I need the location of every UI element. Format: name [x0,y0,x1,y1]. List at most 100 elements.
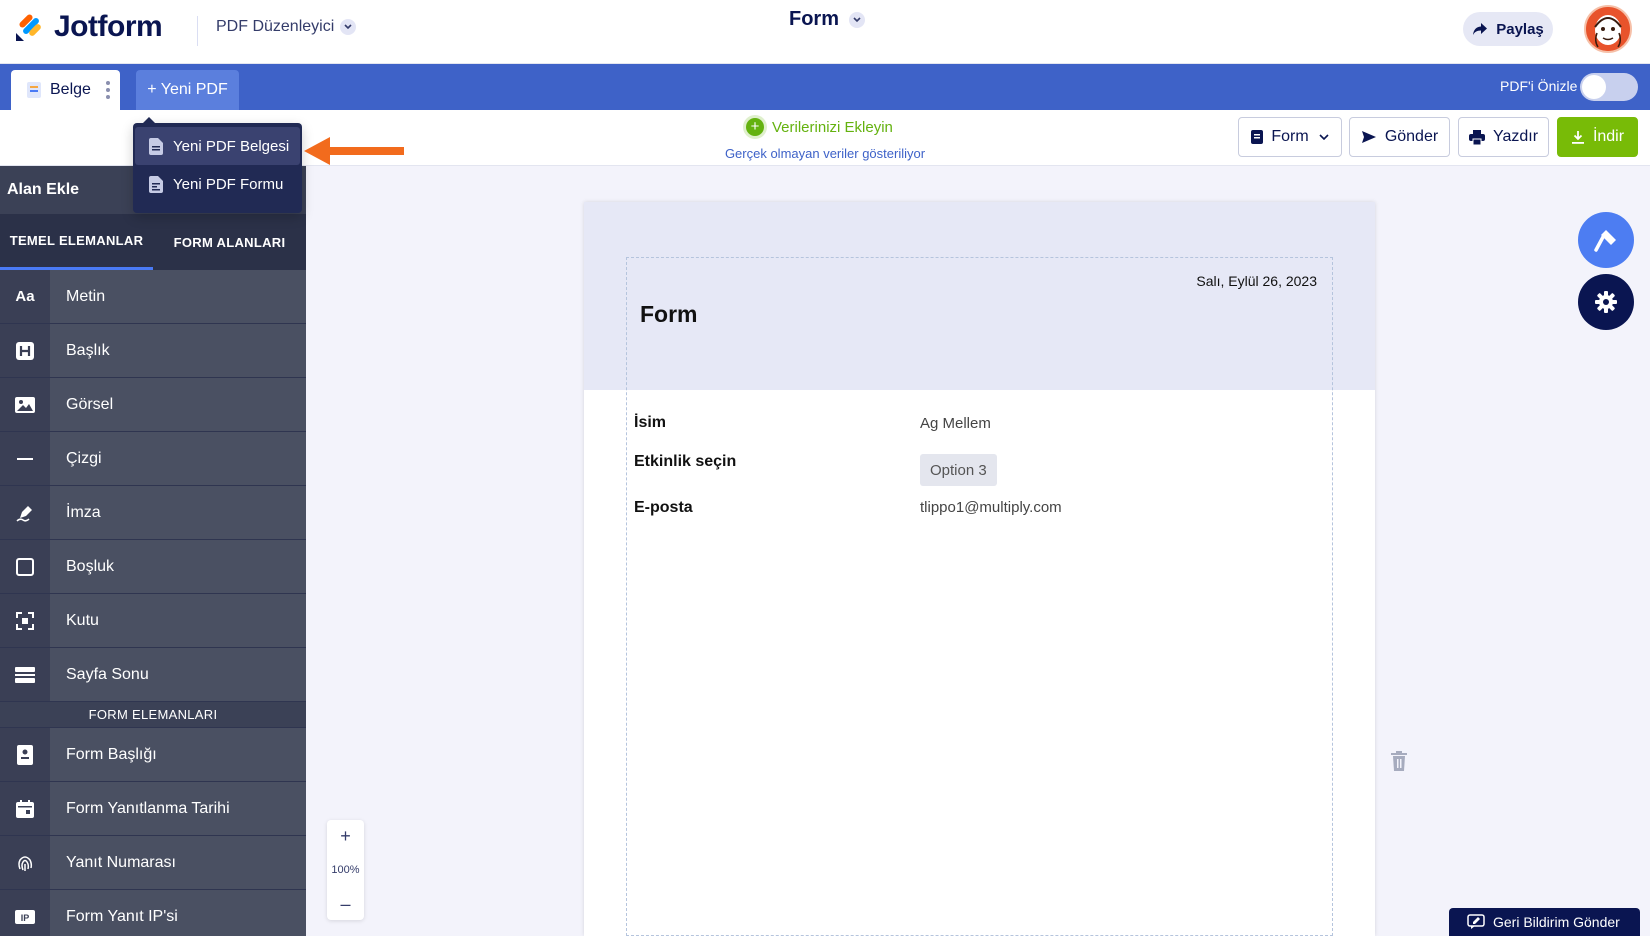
sidebar-item-label: Başlık [50,324,306,377]
sidebar-item-response-number[interactable]: Yanıt Numarası [0,836,306,890]
spacer-icon [0,540,50,593]
field-label-email: E-posta [634,499,693,516]
paint-roller-icon [1594,230,1616,252]
zoom-out-button[interactable]: – [327,888,364,920]
sidebar-item-label: Kutu [50,594,306,647]
sidebar-item-text[interactable]: Aa Metin [0,270,306,324]
logo-text: Jotform [54,10,163,43]
menu-item-new-pdf-document[interactable]: Yeni PDF Belgesi [135,127,300,165]
sidebar-item-label: Yanıt Numarası [50,836,306,889]
chevron-down-icon [849,11,865,28]
sidebar-item-label: Sayfa Sonu [50,648,306,701]
print-button[interactable]: Yazdır [1458,117,1549,157]
svg-text:IP: IP [21,913,30,923]
sidebar-item-label: Metin [50,270,306,323]
chevron-down-icon [1319,134,1329,140]
annotation-arrow-icon [304,137,404,165]
form-date: Salı, Eylül 26, 2023 [1196,273,1317,289]
sidebar-item-page-break[interactable]: Sayfa Sonu [0,648,306,702]
sidebar-item-label: İmza [50,486,306,539]
new-pdf-dropdown: Yeni PDF Belgesi Yeni PDF Formu [133,117,302,213]
sidebar-item-form-title[interactable]: Form Başlığı [0,728,306,782]
feedback-label: Geri Bildirim Gönder [1493,914,1620,930]
jotform-logo[interactable]: Jotform [14,10,163,44]
sidebar-item-response-ip[interactable]: IP Form Yanıt IP'si [0,890,306,936]
fake-data-note: Gerçek olmayan veriler gösteriliyor [724,146,926,161]
field-value-email: tlippo1@multiply.com [920,499,1062,516]
new-pdf-tab[interactable]: + Yeni PDF [136,70,239,110]
user-avatar[interactable] [1584,5,1632,53]
sidebar-item-label: Form Yanıtlanma Tarihi [50,782,306,835]
sidebar-item-box[interactable]: Kutu [0,594,306,648]
menu-item-label: Yeni PDF Belgesi [173,137,290,155]
download-label: İndir [1592,128,1625,145]
form-select-label: Form [1271,128,1309,145]
tab-document-label: Belge [50,81,91,98]
pdf-page: Salı, Eylül 26, 2023 Form İsim Ag Mellem… [584,202,1375,936]
section-form-elements: FORM ELEMANLARI [0,702,306,728]
trash-icon[interactable] [1391,751,1407,771]
document-icon [27,82,41,98]
settings-button[interactable] [1578,274,1634,330]
add-data-link[interactable]: + Verilerinizi Ekleyin [746,118,893,136]
more-options-icon[interactable] [106,81,110,99]
sidebar-item-label: Boşluk [50,540,306,593]
sidebar-item-spacer[interactable]: Boşluk [0,540,306,594]
fingerprint-icon [0,836,50,889]
sidebar-tabs: TEMEL ELEMANLAR FORM ALANLARI [0,214,306,270]
text-icon: Aa [0,270,50,323]
sidebar-item-line[interactable]: Çizgi [0,432,306,486]
send-label: Gönder [1384,128,1439,145]
tab-form-fields[interactable]: FORM ALANLARI [153,214,306,270]
ip-icon: IP [0,890,50,936]
sidebar-item-label: Form Yanıt IP'si [50,890,306,936]
sidebar-item-label: Görsel [50,378,306,431]
sidebar-item-image[interactable]: Görsel [0,378,306,432]
header-divider [197,16,198,46]
share-label: Paylaş [1496,20,1544,38]
form-title-switcher[interactable]: Form [789,8,865,31]
download-button[interactable]: İndir [1557,117,1638,157]
share-button[interactable]: Paylaş [1463,12,1553,46]
tab-document[interactable]: Belge [11,70,120,110]
app-switcher-label: PDF Düzenleyici [216,18,335,35]
sidebar-item-response-date[interactable]: Form Yanıtlanma Tarihi [0,782,306,836]
field-value-name: Ag Mellem [920,415,991,432]
feedback-icon [1467,914,1485,929]
add-element-sidebar: Alan Ekle TEMEL ELEMANLAR FORM ALANLARI … [0,166,306,936]
sidebar-item-signature[interactable]: İmza [0,486,306,540]
design-button[interactable] [1578,212,1634,268]
calendar-icon [0,782,50,835]
page-form-title: Form [640,301,698,327]
zoom-control: + 100% – [327,820,364,920]
zoom-in-button[interactable]: + [327,820,364,852]
download-icon [1571,131,1584,144]
app-switcher[interactable]: PDF Düzenleyici [216,18,357,36]
form-icon [1251,130,1264,144]
zoom-level: 100% [331,864,360,876]
tab-basic-elements[interactable]: TEMEL ELEMANLAR [0,214,153,270]
feedback-button[interactable]: Geri Bildirim Gönder [1449,908,1640,936]
top-bar: Jotform PDF Düzenleyici Form Paylaş [0,0,1650,64]
preview-pdf-toggle[interactable] [1580,73,1638,101]
document-icon [149,137,163,155]
chevron-down-icon [340,19,357,35]
sidebar-item-label: Form Başlığı [50,728,306,781]
heading-icon [0,324,50,377]
form-document-icon [149,175,163,193]
field-label-name: İsim [634,414,667,431]
form-title: Form [789,8,839,30]
share-arrow-icon [1473,23,1488,35]
line-icon [0,432,50,485]
send-button[interactable]: Gönder [1349,117,1450,157]
page-break-icon [0,648,50,701]
box-icon [0,594,50,647]
field-label-activity: Etkinlik seçin [634,453,737,470]
field-value-activity: Option 3 [920,454,997,486]
sidebar-item-heading[interactable]: Başlık [0,324,306,378]
form-select-button[interactable]: Form [1238,117,1342,157]
content-area-outline[interactable] [626,257,1333,936]
sidebar-item-label: Çizgi [50,432,306,485]
add-data-label: Verilerinizi Ekleyin [772,118,893,136]
menu-item-new-pdf-form[interactable]: Yeni PDF Formu [135,165,300,203]
